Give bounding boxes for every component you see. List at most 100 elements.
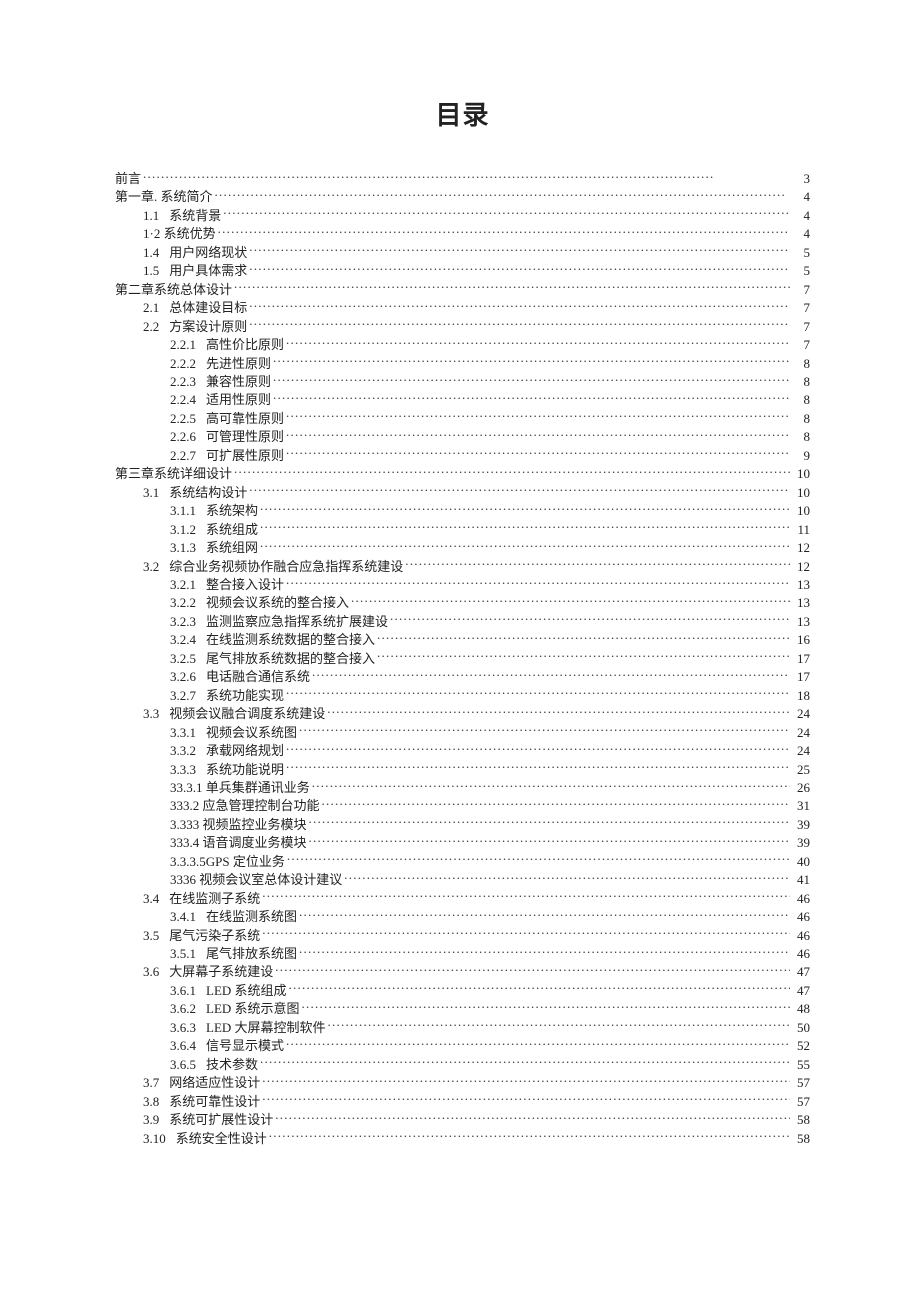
toc-leader-dots bbox=[249, 262, 790, 275]
toc-entry-label: 尾气排放系统图 bbox=[206, 945, 297, 963]
toc-entry-label: 视频会议系统图 bbox=[206, 724, 297, 742]
toc-leader-dots bbox=[286, 336, 790, 349]
toc-leader-dots bbox=[309, 816, 790, 829]
toc-leader-dots bbox=[249, 318, 790, 331]
toc-entry: 3.6.3LED 大屏幕控制软件50 bbox=[115, 1019, 810, 1037]
toc-entry-page: 8 bbox=[792, 391, 810, 409]
toc-entry-page: 8 bbox=[792, 355, 810, 373]
toc-entry-page: 12 bbox=[792, 558, 810, 576]
toc-entry-number: 3.2.4 bbox=[170, 631, 206, 649]
toc-entry-number: 2.2.3 bbox=[170, 373, 206, 391]
toc-entry-label: 在线监测系统图 bbox=[206, 908, 297, 926]
toc-entry-label: 高性价比原则 bbox=[206, 336, 284, 354]
toc-leader-dots bbox=[312, 668, 790, 681]
toc-entry-page: 7 bbox=[792, 299, 810, 317]
toc-leader-dots bbox=[260, 1056, 790, 1069]
toc-leader-dots bbox=[262, 1074, 790, 1087]
toc-entry-label: LED 大屏幕控制软件 bbox=[206, 1019, 326, 1037]
toc-leader-dots bbox=[262, 890, 790, 903]
toc-entry-page: 31 bbox=[792, 797, 810, 815]
toc-entry-label: 网络适应性设计 bbox=[169, 1074, 260, 1092]
toc-entry-number: 3.3.3 bbox=[170, 761, 206, 779]
toc-entry: 3.7网络适应性设计 57 bbox=[115, 1074, 810, 1092]
toc-entry-label: 系统可靠性设计 bbox=[169, 1093, 260, 1111]
toc-entry-number: 3.6 bbox=[143, 963, 169, 981]
toc-entry-page: 57 bbox=[792, 1074, 810, 1092]
toc-entry-label: 系统组网 bbox=[206, 539, 258, 557]
toc-entry-page: 58 bbox=[792, 1130, 810, 1148]
toc-entry: 第一章. 系统简介 4 bbox=[115, 188, 810, 206]
toc-leader-dots bbox=[215, 188, 790, 201]
toc-entry-number: 2.2.6 bbox=[170, 428, 206, 446]
toc-entry-number: 3.1.2 bbox=[170, 521, 206, 539]
toc-entry-number: 3.2.3 bbox=[170, 613, 206, 631]
toc-entry-label: 3336 视频会议室总体设计建议 bbox=[170, 871, 342, 889]
toc-entry-page: 10 bbox=[792, 484, 810, 502]
toc-entry: 3.2.4在线监测系统数据的整合接入16 bbox=[115, 631, 810, 649]
toc-entry-page: 13 bbox=[792, 613, 810, 631]
toc-entry-page: 24 bbox=[792, 705, 810, 723]
toc-leader-dots bbox=[405, 558, 790, 571]
toc-entry: 3.8系统可靠性设计57 bbox=[115, 1093, 810, 1111]
toc-entry-label: 第三章系统详细设计 bbox=[115, 465, 232, 483]
toc-entry: 2.2.3兼容性原则8 bbox=[115, 373, 810, 391]
toc-entry-number: 2.1 bbox=[143, 299, 169, 317]
toc-entry: 2.2.4适用性原则8 bbox=[115, 391, 810, 409]
toc-entry-page: 10 bbox=[792, 502, 810, 520]
toc-entry-number: 1.4 bbox=[143, 244, 169, 262]
toc-entry-number: 2.2.5 bbox=[170, 410, 206, 428]
toc-entry-page: 12 bbox=[792, 539, 810, 557]
toc-entry-number: 3.6.4 bbox=[170, 1037, 206, 1055]
toc-entry: 3.1.1系统架构10 bbox=[115, 502, 810, 520]
toc-entry: 3.3.3.5GPS 定位业务40 bbox=[115, 853, 810, 871]
toc-entry: 第三章系统详细设计10 bbox=[115, 465, 810, 483]
toc-entry-number: 3.8 bbox=[143, 1093, 169, 1111]
toc-entry: 3.5尾气污染子系统46 bbox=[115, 927, 810, 945]
toc-leader-dots bbox=[262, 1093, 790, 1106]
toc-entry-page: 13 bbox=[792, 576, 810, 594]
toc-entry-number: 3.5.1 bbox=[170, 945, 206, 963]
toc-entry: 2.2.1高性价比原则7 bbox=[115, 336, 810, 354]
toc-entry-page: 24 bbox=[792, 724, 810, 742]
toc-entry-number: 3.7 bbox=[143, 1074, 169, 1092]
toc-entry-page: 4 bbox=[792, 188, 810, 206]
toc-entry-label: 333.4 语音调度业务模块 bbox=[170, 834, 307, 852]
toc-entry-page: 8 bbox=[792, 373, 810, 391]
toc-entry-label: 视频会议融合调度系统建设 bbox=[169, 705, 325, 723]
toc-entry-label: 尾气排放系统数据的整合接入 bbox=[206, 650, 375, 668]
toc-entry-number: 3.2.2 bbox=[170, 594, 206, 612]
toc-entry-page: 9 bbox=[792, 447, 810, 465]
toc-leader-dots bbox=[218, 225, 790, 238]
toc-leader-dots bbox=[286, 410, 790, 423]
toc-entry-label: 总体建设目标 bbox=[169, 299, 247, 317]
toc-entry-label: 第一章. 系统简介 bbox=[115, 188, 213, 206]
toc-entry: 3.2.6电话融合通信系统17 bbox=[115, 668, 810, 686]
toc-leader-dots bbox=[286, 447, 790, 460]
toc-leader-dots bbox=[299, 945, 790, 958]
toc-entry-number: 3.2.1 bbox=[170, 576, 206, 594]
toc-entry-page: 5 bbox=[792, 244, 810, 262]
toc-entry-page: 50 bbox=[792, 1019, 810, 1037]
toc-entry-page: 47 bbox=[792, 982, 810, 1000]
toc-leader-dots bbox=[286, 761, 790, 774]
toc-leader-dots bbox=[275, 963, 790, 976]
toc-entry-label: LED 系统组成 bbox=[206, 982, 287, 1000]
toc-entry: 3.2.7系统功能实现18 bbox=[115, 687, 810, 705]
toc-entry: 3.4.1在线监测系统图46 bbox=[115, 908, 810, 926]
toc-entry-number: 2.2.2 bbox=[170, 355, 206, 373]
toc-entry: 3.333 视频监控业务模块39 bbox=[115, 816, 810, 834]
toc-entry-label: 在线监测系统数据的整合接入 bbox=[206, 631, 375, 649]
toc-entry-number: 3.6.1 bbox=[170, 982, 206, 1000]
toc-entry: 3.10系统安全性设计58 bbox=[115, 1130, 810, 1148]
toc-entry: 3.6.2LED 系统示意图48 bbox=[115, 1000, 810, 1018]
toc-entry-label: 技术参数 bbox=[206, 1056, 258, 1074]
toc-entry-page: 52 bbox=[792, 1037, 810, 1055]
toc-leader-dots bbox=[273, 355, 790, 368]
toc-entry-number: 2.2.7 bbox=[170, 447, 206, 465]
toc-entry-label: 系统安全性设计 bbox=[176, 1130, 267, 1148]
toc-entry: 333.4 语音调度业务模块39 bbox=[115, 834, 810, 852]
toc-leader-dots bbox=[262, 927, 790, 940]
toc-entry-label: 可扩展性原则 bbox=[206, 447, 284, 465]
toc-entry: 3.1.2系统组成11 bbox=[115, 521, 810, 539]
table-of-contents: 前言3第一章. 系统简介41.1系统背景41·2 系统优势41.4用户网络现状5… bbox=[115, 170, 810, 1148]
